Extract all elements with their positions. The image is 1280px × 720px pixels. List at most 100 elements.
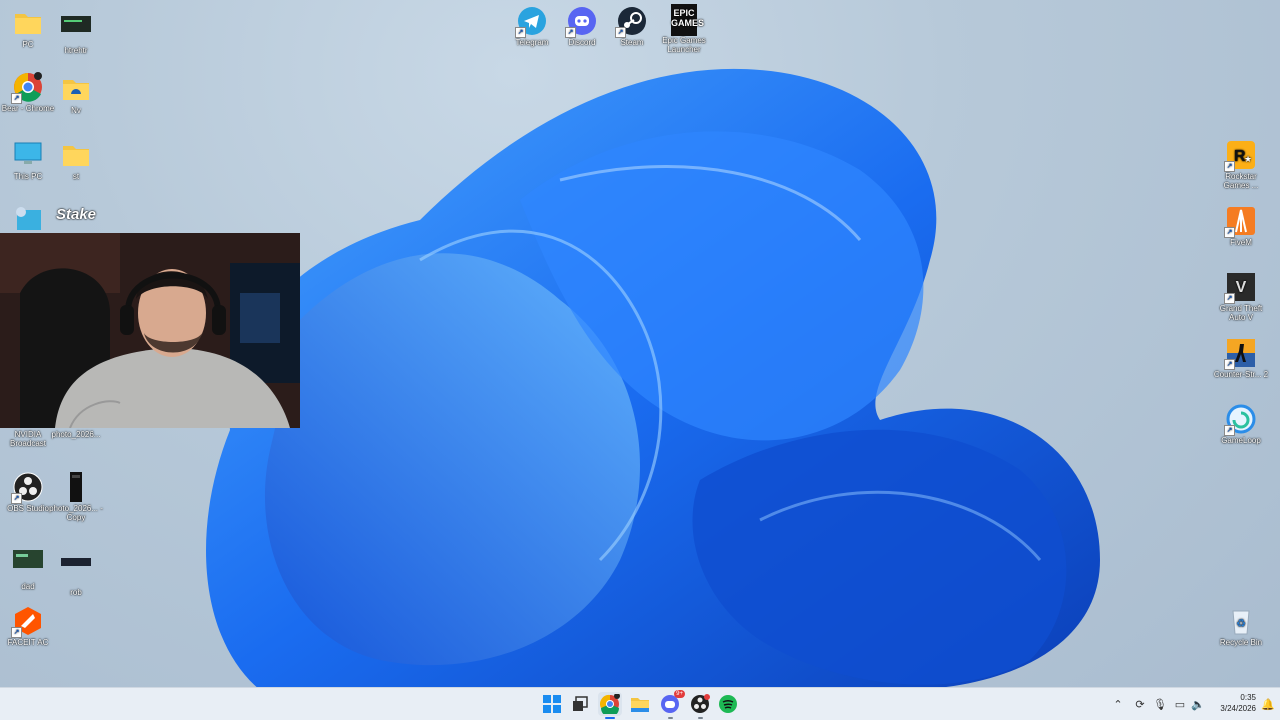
shortcut-arrow-icon: ↗ [565,27,576,38]
shortcut-arrow-icon: ↗ [615,27,626,38]
icon-label: Steam [620,38,644,47]
running-indicator [668,717,673,719]
image-thumbnail-icon [61,556,91,586]
taskbar-obs-button[interactable] [688,692,712,719]
task-view-button[interactable] [568,692,592,716]
taskbar-file-explorer-button[interactable] [628,692,652,716]
taskbar-spotify-button[interactable] [716,692,740,716]
microphone-icon[interactable]: 🎙 [1152,696,1168,712]
image-thumbnail-icon [61,472,91,502]
discord-notification-badge: 9+ [674,690,685,698]
counter-strike-icon: ↗ [1224,338,1256,370]
desktop-icon-faceit[interactable]: ↗ FACEIT AC [0,606,56,647]
task-view-icon [573,696,588,711]
gta-icon: V ↗ [1224,272,1256,304]
obs-icon: ↗ [11,472,43,504]
running-indicator [698,717,703,719]
stake-logo: Stake [55,206,97,223]
recycle-bin-icon: ♻ [1226,606,1256,636]
faceit-icon: ↗ [11,606,43,638]
chrome-icon: ↗ [11,72,43,104]
icon-label: photo_2026... - Copy [49,504,103,522]
obs-icon [691,694,710,713]
windows-logo-icon [543,695,561,713]
icon-label: Counter-Str... 2 [1213,370,1269,379]
icon-label: Nv [71,106,81,115]
icon-label: NVIDIA Broadcast [9,430,47,448]
image-thumbnail-icon [61,14,91,44]
icon-label: htrehtr [64,46,88,55]
active-indicator [605,717,615,719]
desktop-icon-telegram[interactable]: ↗ Telegram [504,6,560,47]
webcam-feed-image [0,233,300,428]
icon-label: Recycle Bin [1219,638,1263,647]
icon-label: GameLoop [1221,436,1261,445]
taskbar-discord-button[interactable]: 9+ [658,690,685,719]
icon-label: FiveM [1230,238,1252,247]
desktop-icon-discord[interactable]: ↗ Discord [554,6,610,47]
webcam-overlay [0,233,300,428]
svg-text:V: V [1236,279,1247,296]
desktop-icon-recycle-bin[interactable]: ♻ Recycle Bin [1213,606,1269,647]
telegram-icon: ↗ [515,6,547,38]
desktop-icon-steam[interactable]: ↗ Steam [604,6,660,47]
shortcut-arrow-icon: ↗ [515,27,526,38]
image-thumbnail-icon [13,550,43,580]
icon-label: st [72,172,80,181]
icon-label: FACEIT AC [7,638,49,647]
notification-bell-icon[interactable]: 🔔 [1260,696,1276,712]
clock[interactable]: 0:35 3/24/2026 [1200,692,1256,714]
sync-icon[interactable]: ⟳ [1132,696,1148,712]
icon-label: Discord [568,38,596,47]
fivem-icon: ↗ [1224,206,1256,238]
desktop-icon-gta[interactable]: V ↗ Grand Theft Auto V [1213,272,1269,322]
monitor-icon [13,140,43,170]
shortcut-arrow-icon: ↗ [1224,359,1235,370]
clock-time: 0:35 [1240,693,1256,702]
icon-label: Bear - Chrome [1,104,55,113]
folder-icon [61,140,91,170]
epic-logo-text: EPIC GAMES [671,4,704,36]
desktop-icon-epic[interactable]: EPIC GAMES Epic Games Launcher [656,4,712,54]
desktop-icon-htrehtr[interactable]: htrehtr [48,14,104,55]
icon-label: dad [21,582,35,591]
taskbar: 9+ ⌃ ⟳ 🎙 ▭ 🔈 0:35 3/24/2026 🔔 [0,687,1280,720]
icon-label: Telegram [515,38,549,47]
desktop-icon-partial[interactable] [0,204,56,236]
discord-icon: ↗ [565,6,597,38]
shortcut-arrow-icon: ↗ [11,627,22,638]
desktop-icon-rockstar[interactable]: R ★ ↗ Rockstar Games ... [1213,140,1269,190]
desktop-icon-cs2[interactable]: ↗ Counter-Str... 2 [1213,338,1269,379]
rockstar-icon: R ★ ↗ [1224,140,1256,172]
network-icon[interactable]: ▭ [1172,696,1188,712]
spotify-icon [719,695,737,713]
folder-icon [13,8,43,38]
svg-text:♻: ♻ [1236,618,1246,630]
icon-label: This PC [13,172,43,181]
icon-label: photo_2026... [51,430,101,439]
desktop-icon-st[interactable]: st [48,140,104,181]
taskbar-chrome-button[interactable] [598,692,622,719]
desktop-icon-photo-copy[interactable]: photo_2026... - Copy [48,472,104,522]
shortcut-arrow-icon: ↗ [1224,161,1235,172]
desktop-icon-nv[interactable]: Nv [48,74,104,115]
desktop-icon-stake[interactable]: Stake [48,206,104,223]
file-explorer-icon [631,698,649,712]
gameloop-icon: ↗ [1224,404,1256,436]
desktop-icon-fivem[interactable]: ↗ FiveM [1213,206,1269,247]
icon-label: Rockstar Games ... [1223,172,1259,190]
shortcut-arrow-icon: ↗ [1224,293,1235,304]
shortcut-arrow-icon: ↗ [1224,227,1235,238]
start-button[interactable] [540,692,564,716]
shortcut-arrow-icon: ↗ [11,493,22,504]
epic-games-icon: EPIC GAMES [669,4,704,36]
shortcut-arrow-icon: ↗ [1224,425,1235,436]
chevron-up-icon[interactable]: ⌃ [1110,696,1126,712]
desktop-icon-gameloop[interactable]: ↗ GameLoop [1213,404,1269,445]
folder-icon [61,74,91,104]
desktop-icon-photo[interactable]: photo_2026... [48,430,104,439]
chrome-icon [600,694,620,714]
desktop-icon-rob[interactable]: rob [48,556,104,597]
icon-label: OBS Studio [7,504,49,513]
steam-icon: ↗ [615,6,647,38]
